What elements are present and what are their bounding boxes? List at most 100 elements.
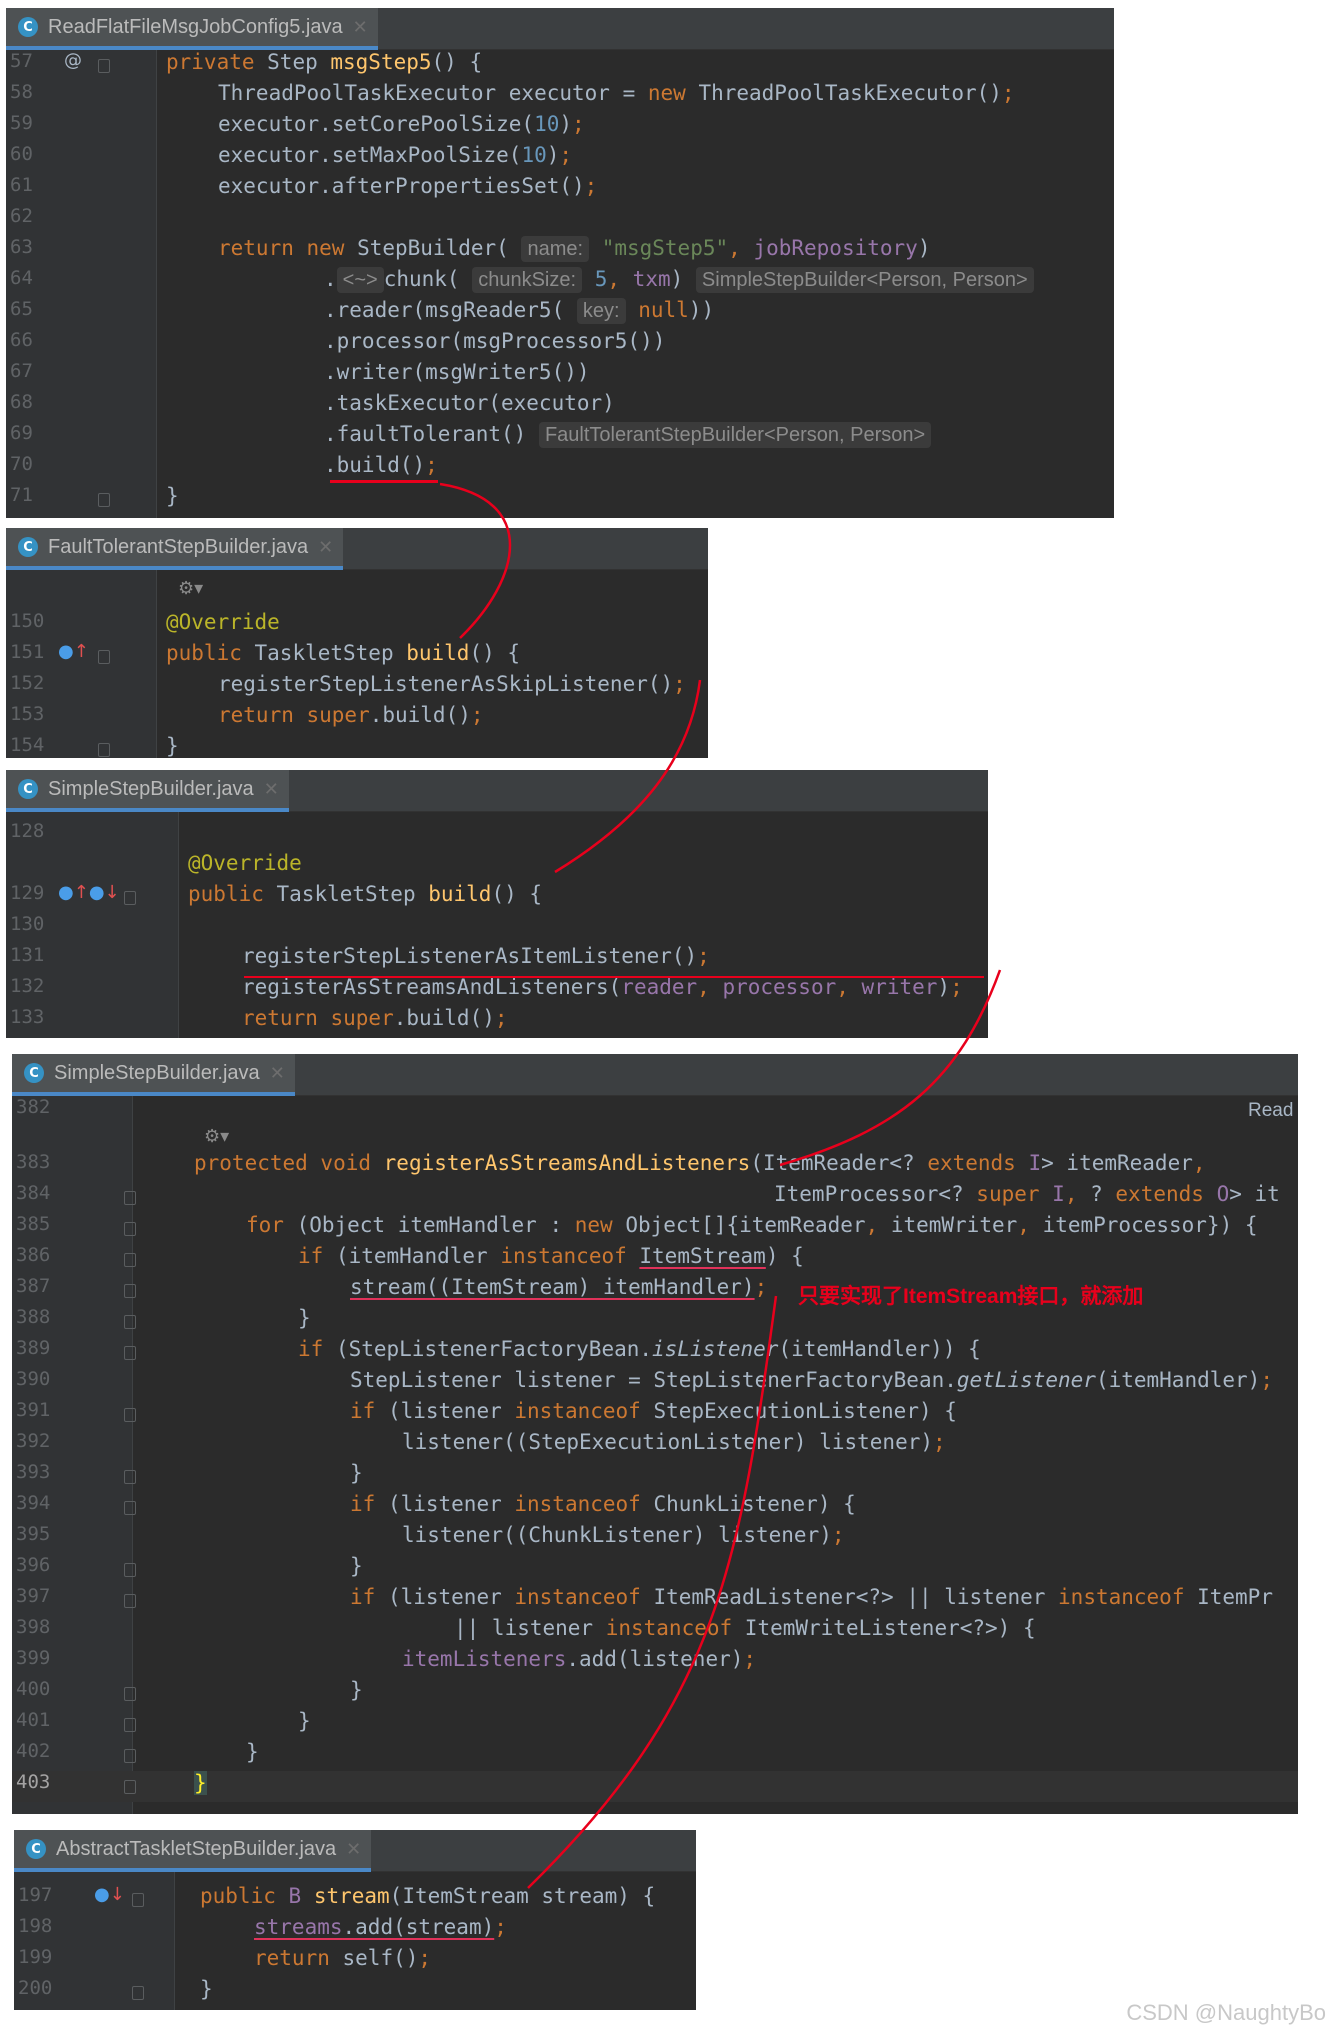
at-annotation-icon: @ [64,50,82,71]
close-tab-icon[interactable]: ✕ [264,779,279,800]
tab-bar: C ReadFlatFileMsgJobConfig5.java ✕ [6,8,1114,50]
code-line[interactable]: ItemProcessor<? super I, ? extends O> it [774,1182,1280,1206]
code-line[interactable]: return super.build(); [242,1006,508,1030]
fold-icon[interactable] [124,1408,136,1422]
code-line[interactable]: } [200,1977,213,2001]
code-line[interactable]: registerStepListenerAsSkipListener(); [218,672,686,696]
fold-icon[interactable] [132,1986,144,2000]
code-line[interactable]: registerAsStreamsAndListeners(reader, pr… [242,975,963,999]
code-line[interactable]: public TaskletStep build() { [188,882,542,906]
code-line[interactable]: @Override [188,851,302,875]
code-line[interactable]: StepListener listener = StepListenerFact… [350,1368,1273,1392]
code-line[interactable]: if (StepListenerFactoryBean.isListener(i… [298,1337,981,1361]
line-number: 388 [16,1306,51,1328]
close-tab-icon[interactable]: ✕ [318,537,333,558]
code-line[interactable]: return new StepBuilder( name: "msgStep5"… [218,236,930,262]
line-number: 154 [10,734,45,756]
code-line[interactable]: } [166,484,179,508]
intention-bulb-icon[interactable]: ⚙▾ [204,1126,229,1147]
code-line[interactable]: return self(); [254,1946,431,1970]
tab-simple-step-builder[interactable]: C SimpleStepBuilder.java ✕ [6,770,289,812]
code-line[interactable]: } [350,1554,363,1578]
code-line[interactable]: } [194,1771,207,1795]
fold-icon[interactable] [124,1253,136,1267]
fold-icon[interactable] [124,1222,136,1236]
fold-icon[interactable] [124,1501,136,1515]
code-line[interactable]: registerStepListenerAsItemListener(); [242,944,710,968]
tab-fault-tolerant-builder[interactable]: C FaultTolerantStepBuilder.java ✕ [6,528,344,570]
fold-icon[interactable] [124,1687,136,1701]
fold-icon[interactable] [124,1191,136,1205]
fold-icon[interactable] [124,1780,136,1794]
override-down-icon[interactable]: ●↓ [94,1884,125,1905]
code-line[interactable]: } [166,734,179,758]
fold-icon[interactable] [132,1893,144,1907]
fold-icon[interactable] [124,1284,136,1298]
intention-bulb-icon[interactable]: ⚙▾ [178,578,203,599]
line-number: 397 [16,1585,51,1607]
code-line[interactable]: itemListeners.add(listener); [402,1647,756,1671]
line-number: 67 [10,360,33,382]
close-tab-icon[interactable]: ✕ [346,1839,361,1860]
fold-icon[interactable] [124,1470,136,1484]
code-line[interactable]: } [188,1037,201,1038]
code-line[interactable]: @Override [166,610,280,634]
code-line[interactable]: listener((StepExecutionListener) listene… [402,1430,946,1454]
code-line[interactable]: public TaskletStep build() { [166,641,520,665]
code-line[interactable]: if (listener instanceof ChunkListener) { [350,1492,856,1516]
code-line[interactable]: .taskExecutor(executor) [324,391,615,415]
code-line[interactable]: ThreadPoolTaskExecutor executor = new Th… [218,81,1015,105]
tab-read-flat-file-config[interactable]: C ReadFlatFileMsgJobConfig5.java ✕ [6,8,378,50]
code-line[interactable]: .reader(msgReader5( key: null)) [324,298,714,324]
fold-icon[interactable] [124,1749,136,1763]
close-tab-icon[interactable]: ✕ [270,1063,285,1084]
code-line[interactable]: executor.setMaxPoolSize(10); [218,143,572,167]
code-line[interactable]: .writer(msgWriter5()) [324,360,590,384]
fold-icon[interactable] [124,1594,136,1608]
code-line[interactable]: } [350,1678,363,1702]
line-number: 198 [18,1915,53,1937]
close-tab-icon[interactable]: ✕ [353,17,368,38]
code-line[interactable]: public B stream(ItemStream stream) { [200,1884,655,1908]
line-number: 58 [10,81,33,103]
code-line[interactable]: listener((ChunkListener) listener); [402,1523,845,1547]
line-number: 402 [16,1740,51,1762]
code-line[interactable]: } [246,1740,259,1764]
code-line[interactable]: || listener instanceof ItemWriteListener… [454,1616,1036,1640]
line-number: 396 [16,1554,51,1576]
code-line[interactable]: .faultTolerant() FaultTolerantStepBuilde… [324,422,932,448]
fold-icon[interactable] [124,1346,136,1360]
code-line[interactable]: } [298,1306,311,1330]
code-line[interactable]: return super.build(); [218,703,484,727]
fold-icon[interactable] [98,650,110,664]
code-line[interactable]: executor.afterPropertiesSet(); [218,174,597,198]
fold-icon[interactable] [98,59,110,73]
code-line[interactable]: .processor(msgProcessor5()) [324,329,665,353]
code-line[interactable]: executor.setCorePoolSize(10); [218,112,585,136]
fold-icon[interactable] [98,743,110,757]
code-line[interactable]: if (listener instanceof StepExecutionLis… [350,1399,957,1423]
override-up-down-icon[interactable]: ●↑●↓ [58,882,120,903]
code-line[interactable]: protected void registerAsStreamsAndListe… [194,1151,1206,1175]
code-line[interactable]: } [350,1461,363,1485]
code-line[interactable]: .build(); [324,453,438,477]
code-line[interactable]: for (Object itemHandler : new Object[]{i… [246,1213,1258,1237]
line-number: 57 [10,50,33,72]
fold-icon[interactable] [124,1315,136,1329]
code-line[interactable]: if (itemHandler instanceof ItemStream) { [298,1244,804,1268]
fold-icon[interactable] [98,493,110,507]
override-up-icon[interactable]: ●↑ [58,641,89,662]
fold-icon[interactable] [124,1718,136,1732]
line-number: 133 [10,1006,45,1028]
fold-icon[interactable] [124,1563,136,1577]
code-line[interactable]: streams.add(stream); [254,1915,507,1939]
code-line[interactable]: if (listener instanceof ItemReadListener… [350,1585,1273,1609]
fold-icon[interactable] [124,891,136,905]
code-line[interactable]: private Step msgStep5() { [166,50,482,74]
line-number: 68 [10,391,33,413]
tab-simple-step-builder-2[interactable]: C SimpleStepBuilder.java ✕ [12,1054,295,1096]
code-line[interactable]: } [298,1709,311,1733]
code-line[interactable]: . <~> chunk( chunkSize: 5, txm) SimpleStep… [324,267,1034,293]
code-line[interactable]: stream((ItemStream) itemHandler); [350,1275,767,1299]
tab-abstract-tasklet-builder[interactable]: C AbstractTaskletStepBuilder.java ✕ [14,1830,372,1872]
